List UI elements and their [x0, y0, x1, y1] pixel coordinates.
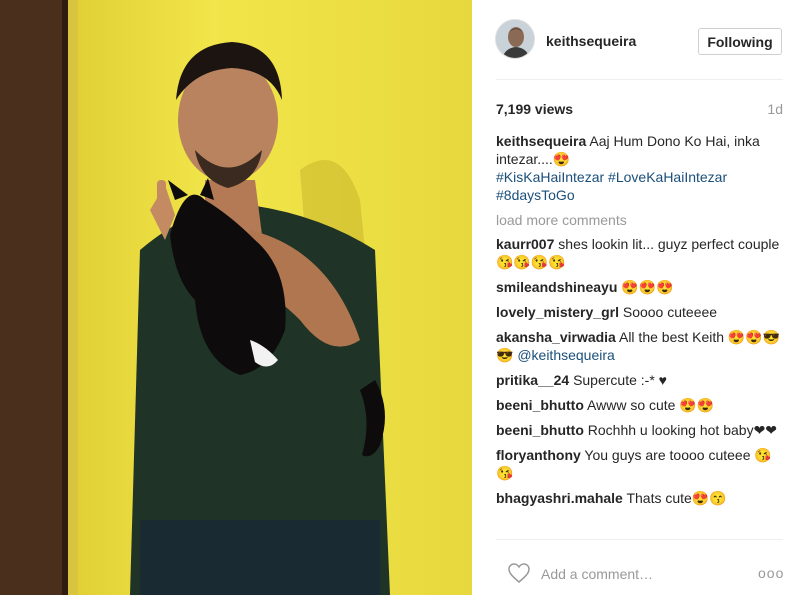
comment-item: kaurr007 shes lookin lit... guyz perfect… — [496, 235, 788, 271]
comment-item: lovely_mistery_grl Soooo cuteeee — [496, 303, 788, 321]
post-media[interactable] — [0, 0, 472, 595]
comment-username[interactable]: bhagyashri.mahale — [496, 490, 623, 506]
comment-item: smileandshineayu 😍😍😍 — [496, 278, 788, 296]
comment-text: Thats cute😍😙 — [626, 490, 727, 506]
comment-bar: ooo — [472, 545, 797, 595]
avatar-image — [496, 20, 534, 58]
caption-username[interactable]: keithsequeira — [496, 133, 586, 149]
comments-list[interactable]: keithsequeira Aaj Hum Dono Ko Hai, inka … — [496, 132, 788, 537]
more-options-icon[interactable]: ooo — [758, 565, 784, 581]
post-image — [0, 0, 472, 595]
comment-item: beeni_bhutto Rochhh u looking hot baby❤❤ — [496, 421, 788, 439]
header-divider — [496, 79, 783, 80]
comment-username[interactable]: pritika__24 — [496, 372, 569, 388]
comment-username[interactable]: floryanthony — [496, 447, 581, 463]
avatar[interactable] — [495, 19, 535, 59]
add-comment-input[interactable] — [541, 564, 741, 584]
post-author-username[interactable]: keithsequeira — [546, 33, 636, 49]
comment-username[interactable]: beeni_bhutto — [496, 397, 584, 413]
like-heart-icon[interactable] — [507, 562, 531, 584]
following-button[interactable]: Following — [698, 28, 782, 55]
comment-username[interactable]: beeni_bhutto — [496, 422, 584, 438]
comment-item: pritika__24 Supercute :-* ♥ — [496, 371, 788, 389]
caption-hashtags[interactable]: #KisKaHaiIntezar #LoveKaHaiIntezar #8day… — [496, 169, 727, 203]
comment-username[interactable]: lovely_mistery_grl — [496, 304, 619, 320]
view-count: 7,199 views — [496, 101, 574, 117]
post-panel: keithsequeira Following 7,199 views 1d k… — [472, 0, 797, 595]
footer-divider — [496, 539, 783, 540]
post-header: keithsequeira Following — [472, 0, 797, 80]
comment-item: floryanthony You guys are toooo cuteee 😘… — [496, 446, 788, 482]
comment-username[interactable]: akansha_virwadia — [496, 329, 616, 345]
load-more-comments[interactable]: load more comments — [496, 211, 788, 229]
comment-item: beeni_bhutto Awww so cute 😍😍 — [496, 396, 788, 414]
comment-text: Soooo cuteeee — [622, 304, 718, 320]
comment-text: Awww so cute 😍😍 — [587, 397, 715, 413]
comment-username[interactable]: kaurr007 — [496, 236, 554, 252]
comment-text: Supercute :-* ♥ — [573, 372, 667, 388]
comment-item: bhagyashri.mahale Thats cute😍😙 — [496, 489, 788, 507]
comment-username[interactable]: smileandshineayu — [496, 279, 617, 295]
post-timestamp[interactable]: 1d — [767, 101, 783, 117]
comment-mention[interactable]: @keithsequeira — [517, 347, 615, 363]
comment-item: akansha_virwadia All the best Keith 😍😍😎😎… — [496, 328, 788, 364]
comment-text: 😍😍😍 — [621, 279, 674, 295]
caption: keithsequeira Aaj Hum Dono Ko Hai, inka … — [496, 132, 788, 204]
comment-text: Rochhh u looking hot baby❤❤ — [587, 422, 778, 438]
